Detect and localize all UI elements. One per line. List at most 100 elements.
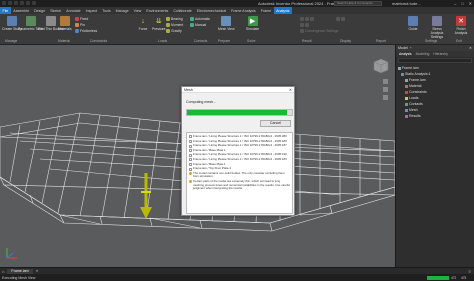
automatic-contacts-button[interactable]: Automatic — [190, 17, 210, 21]
result-icon — [305, 23, 309, 27]
create-study-icon — [6, 16, 17, 26]
bearing-load-button[interactable]: Bearing — [166, 17, 183, 21]
warning-message: Certain parts of the model are extremely… — [189, 179, 290, 191]
result-stress-button[interactable] — [300, 17, 314, 21]
app-menu-icon[interactable] — [2, 1, 6, 5]
group-label-manage: Manage — [5, 39, 18, 43]
info-icon — [189, 167, 192, 171]
result-icon — [300, 17, 304, 21]
tab-view[interactable]: View — [131, 7, 144, 14]
info-icon — [189, 149, 192, 153]
browser-add-icon[interactable]: + — [410, 46, 412, 50]
dialog-title-bar: Mesh ✕ — [182, 87, 294, 93]
status-progress-fill — [427, 275, 449, 280]
moment-icon — [166, 23, 170, 27]
document-tab-frame[interactable]: Frame.iam — [7, 268, 33, 274]
tab-frame-analysis[interactable]: Frame Analysis — [229, 7, 259, 14]
finish-analysis-button[interactable]: ✕ Finish Analysis — [452, 16, 470, 35]
pin-icon — [75, 23, 79, 27]
browser-tree: Frame.iam Static Analysis:1 Frame.iam Ma… — [396, 64, 474, 120]
mesh-progress-bar — [186, 109, 293, 116]
fixed-constraint-button[interactable]: Fixed — [75, 17, 88, 21]
undo-icon[interactable] — [26, 1, 30, 5]
group-label-loads: Loads — [158, 39, 168, 43]
guide-button[interactable]: Guide — [408, 16, 418, 31]
browser-tab-modeling[interactable]: Modeling — [416, 52, 430, 56]
assembly-icon — [405, 78, 408, 82]
warning-icon — [189, 172, 192, 176]
status-count-1: 472 — [451, 275, 457, 280]
tab-design[interactable]: Design — [32, 7, 48, 14]
contacts-icon — [405, 102, 408, 106]
pressure-button[interactable]: ⇊ Pressure — [152, 16, 166, 31]
tab-manage[interactable]: Manage — [113, 7, 131, 14]
cancel-button[interactable]: Cancel — [260, 120, 291, 127]
browser-tab-hierarchy[interactable]: Hierarchy — [433, 52, 448, 56]
info-icon — [189, 162, 192, 166]
mesh-view-button[interactable]: Mesh View — [218, 16, 235, 31]
ribbon-panel: Create Study Parametric Table Find Thin … — [0, 14, 474, 45]
result-icon — [310, 17, 314, 21]
tab-analysis[interactable]: Analysis — [273, 7, 292, 14]
browser-tab-analysis[interactable]: Analysis — [399, 52, 412, 56]
pin-constraint-button[interactable]: Pin — [75, 23, 85, 27]
dialog-close-button[interactable]: ✕ — [289, 88, 292, 92]
axis-triad — [6, 248, 17, 259]
result-options-button[interactable] — [300, 23, 309, 27]
gravity-load-button[interactable]: Gravity — [166, 29, 182, 33]
tab-tools[interactable]: Tools — [100, 7, 113, 14]
force-load-arrow[interactable] — [138, 173, 154, 223]
analysis-icon — [401, 72, 404, 76]
guide-icon — [408, 16, 418, 26]
tab-collaborate[interactable]: Collaborate — [171, 7, 194, 14]
frictionless-icon — [75, 29, 79, 33]
user-account[interactable]: matrixmá tude... — [392, 1, 421, 6]
maximize-button[interactable]: □ — [461, 1, 463, 6]
tab-inspect[interactable]: Inspect — [83, 7, 100, 14]
materials-button[interactable]: Materials — [58, 16, 72, 31]
group-label-settings: Settings — [425, 39, 438, 43]
result-icon — [305, 17, 309, 21]
new-icon[interactable] — [8, 1, 12, 5]
browser-filter-input[interactable] — [398, 58, 472, 63]
document-tab-close-button[interactable]: ✕ — [36, 269, 39, 273]
convergence-settings-button[interactable]: Convergence Settings — [300, 29, 338, 33]
help-search-input[interactable]: Search Help & Commands... — [334, 1, 382, 6]
browser-title: Model — [398, 46, 408, 50]
frictionless-constraint-button[interactable]: Frictionless — [75, 29, 97, 33]
group-label-constraints: Constraints — [90, 39, 108, 43]
minimize-button[interactable]: – — [454, 1, 456, 6]
tab-file[interactable]: File — [0, 7, 11, 14]
save-icon[interactable] — [20, 1, 24, 5]
force-button[interactable]: ↓ Force — [138, 16, 148, 32]
display-options-button[interactable] — [336, 17, 345, 21]
ribbon-tabs: File Assemble Design Sketch Annotate Ins… — [0, 7, 474, 14]
gravity-icon — [166, 29, 170, 33]
orbit-icon[interactable] — [383, 95, 388, 100]
open-icon[interactable] — [14, 1, 18, 5]
close-button[interactable]: ✕ — [469, 1, 472, 6]
home-icon[interactable]: ⌂ — [2, 269, 4, 274]
tab-frame[interactable]: Frame — [258, 7, 273, 14]
tab-environments[interactable]: Environments — [144, 7, 171, 14]
tree-item-results[interactable]: Results — [398, 113, 472, 119]
document-menu-icon[interactable]: ≡ — [469, 269, 471, 274]
status-text: Executing Mesh View — [2, 275, 36, 280]
moment-load-button[interactable]: Moment — [166, 23, 183, 27]
zoom-icon[interactable] — [383, 87, 388, 92]
window-title: Autodesk Inventor Professional 2024 - Fr… — [258, 1, 339, 6]
tab-sketch[interactable]: Sketch — [48, 7, 64, 14]
group-label-display: Display — [340, 39, 352, 43]
pan-icon[interactable] — [383, 79, 388, 84]
stress-analysis-settings-button[interactable]: Stress Analysis Settings — [426, 16, 448, 39]
mesh-dialog: Mesh ✕ Computing mesh... Cancel Frame.ia… — [181, 86, 295, 216]
browser-close-button[interactable]: ✕ — [469, 46, 472, 50]
tab-annotate[interactable]: Annotate — [64, 7, 83, 14]
tab-assemble[interactable]: Assemble — [11, 7, 32, 14]
view-cube[interactable] — [372, 57, 390, 75]
simulate-button[interactable]: ▶ Simulate — [246, 16, 259, 31]
manual-contacts-button[interactable]: Manual — [190, 23, 206, 27]
constraints-icon — [405, 90, 408, 94]
tab-electromechanical[interactable]: Electromechanical — [194, 7, 228, 14]
redo-icon[interactable] — [32, 1, 36, 5]
